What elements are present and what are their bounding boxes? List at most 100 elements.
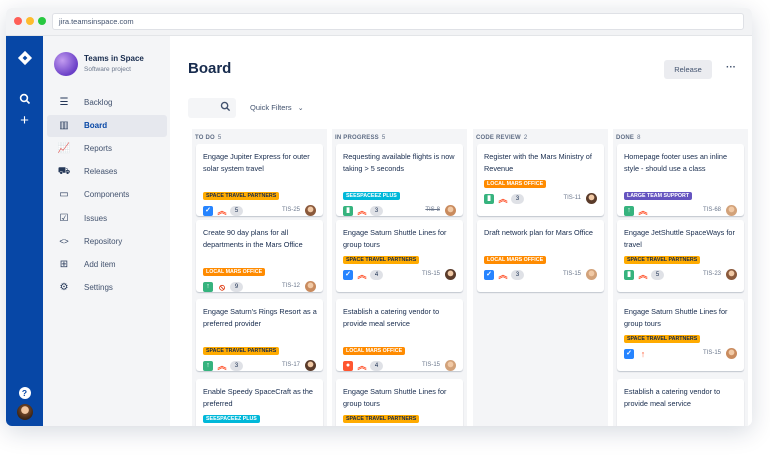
address-bar[interactable]: jira.teamsinspace.com xyxy=(52,13,744,30)
issue-key[interactable]: TIS-25 xyxy=(282,207,300,213)
quick-filters-dropdown[interactable]: Quick Filters ⌄ xyxy=(250,103,304,112)
reports-icon: 📈 xyxy=(57,143,71,154)
assignee-avatar[interactable] xyxy=(445,205,456,216)
issue-key[interactable]: TIS-11 xyxy=(563,195,581,201)
issue-summary: Engage Saturn's Rings Resort as a prefer… xyxy=(203,307,317,328)
column-header: IN PROGRESS 5 xyxy=(335,135,385,141)
issue-card[interactable]: Homepage footer uses an inline style - s… xyxy=(617,144,744,216)
highest-priority-icon: ︽ xyxy=(217,206,227,216)
components-icon: ▭ xyxy=(59,189,69,200)
assignee-avatar[interactable] xyxy=(586,193,597,204)
issue-card[interactable]: Engage Saturn Shuttle Lines for group to… xyxy=(617,299,744,371)
assignee-avatar[interactable] xyxy=(586,269,597,280)
issue-card[interactable]: Engage Saturn Shuttle Lines for group to… xyxy=(336,220,463,292)
search-icon[interactable] xyxy=(6,92,43,110)
assignee-avatar[interactable] xyxy=(305,360,316,371)
story-points-badge: 3 xyxy=(370,206,383,216)
issue-key[interactable]: TIS-15 xyxy=(422,362,440,368)
column-name: TO DO xyxy=(195,135,215,141)
issue-summary: Enable Speedy SpaceCraft as the preferre… xyxy=(203,387,313,408)
highest-priority-icon: ︽ xyxy=(357,270,367,280)
issue-key[interactable]: TIS-15 xyxy=(422,271,440,277)
sidebar-item-board[interactable]: ▥ Board xyxy=(47,115,167,137)
assignee-avatar[interactable] xyxy=(445,360,456,371)
epic-label: SPACE TRAVEL PARTNERS xyxy=(343,415,420,423)
assignee-avatar[interactable] xyxy=(726,348,737,359)
jira-logo-icon[interactable] xyxy=(6,50,43,71)
sidebar-item-settings[interactable]: ⚙ Settings xyxy=(43,277,170,299)
project-name[interactable]: Teams in Space xyxy=(84,54,144,63)
issue-card[interactable]: Draft network plan for Mars Office LOCAL … xyxy=(477,220,604,292)
issue-key[interactable]: TIS-23 xyxy=(703,271,721,277)
issue-summary: Engage Saturn Shuttle Lines for group to… xyxy=(624,307,728,328)
release-button[interactable]: Release xyxy=(664,60,712,79)
issue-card[interactable]: Requesting available flights is now taki… xyxy=(336,144,463,216)
story-points-badge: 3 xyxy=(511,194,524,204)
sidebar-item-label: Components xyxy=(84,190,130,199)
assignee-avatar[interactable] xyxy=(726,205,737,216)
assignee-avatar[interactable] xyxy=(445,269,456,280)
issue-card[interactable]: Enable Speedy SpaceCraft as the preferre… xyxy=(196,379,323,426)
epic-label: LOCAL MARS OFFICE xyxy=(203,268,266,276)
issue-card[interactable]: Engage Saturn's Rings Resort as a prefer… xyxy=(196,299,323,371)
epic-label: LOCAL MARS OFFICE xyxy=(343,347,406,355)
sidebar-item-add-item[interactable]: ⊞ Add item xyxy=(43,254,170,276)
issue-key[interactable]: TIS-12 xyxy=(282,283,300,289)
card-footer: ✓ ︽ 3 TIS-15 xyxy=(484,269,597,282)
epic-label: SPACE TRAVEL PARTNERS xyxy=(203,347,280,355)
issue-summary: Draft network plan for Mars Office xyxy=(484,228,593,237)
issue-key[interactable]: TIS-8 xyxy=(425,207,440,213)
issue-card[interactable]: Register with the Mars Ministry of Reven… xyxy=(477,144,604,216)
sidebar-item-issues[interactable]: ☑ Issues xyxy=(43,208,170,230)
user-avatar[interactable] xyxy=(6,404,43,425)
minimize-window-dot[interactable] xyxy=(26,17,34,25)
project-avatar-icon[interactable] xyxy=(54,52,78,76)
issue-card[interactable]: Establish a catering vendor to provide m… xyxy=(617,379,744,426)
sidebar-item-label: Issues xyxy=(84,214,108,223)
card-footer: ✓ ︽ 4 TIS-15 xyxy=(343,269,456,282)
repository-icon: <> xyxy=(59,237,69,246)
card-footer: ▮ ︽ 3 TIS-11 xyxy=(484,193,597,206)
issue-card[interactable]: Establish a catering vendor to provide m… xyxy=(336,299,463,371)
sidebar-item-backlog[interactable]: ☰ Backlog xyxy=(43,92,170,114)
story-points-badge: 3 xyxy=(511,270,524,280)
issue-summary: Establish a catering vendor to provide m… xyxy=(624,387,721,408)
issue-key[interactable]: TIS-68 xyxy=(703,207,721,213)
issue-key[interactable]: TIS-15 xyxy=(563,271,581,277)
assignee-avatar[interactable] xyxy=(305,281,316,292)
board-search-input[interactable] xyxy=(188,98,236,118)
highest-priority-icon: ︽ xyxy=(498,270,508,280)
issue-card[interactable]: Engage Jupiter Express for outer solar s… xyxy=(196,144,323,216)
column-count: 8 xyxy=(637,135,641,141)
highest-priority-icon: ︽ xyxy=(217,361,227,371)
more-button[interactable]: ··· xyxy=(722,60,740,79)
sidebar-item-label: Board xyxy=(84,121,108,130)
column-count: 2 xyxy=(523,135,528,141)
create-icon[interactable]: + xyxy=(6,113,43,128)
sidebar-item-repository[interactable]: <> Repository xyxy=(43,231,170,253)
close-window-dot[interactable] xyxy=(14,17,22,25)
assignee-avatar[interactable] xyxy=(726,269,737,280)
issue-key[interactable]: TIS-17 xyxy=(282,362,300,368)
story-points-badge: 5 xyxy=(230,206,243,216)
story-points-badge: 4 xyxy=(370,361,383,371)
maximize-window-dot[interactable] xyxy=(38,17,46,25)
issue-key[interactable]: TIS-15 xyxy=(703,350,721,356)
issue-card[interactable]: Create 90 day plans for all departments … xyxy=(196,220,323,292)
sidebar-item-releases[interactable]: ⛟ Releases xyxy=(43,161,170,183)
column-name: IN PROGRESS xyxy=(335,135,379,141)
issue-card[interactable]: Engage JetShuttle SpaceWays for travel SP… xyxy=(617,220,744,292)
task-type-icon: ✓ xyxy=(343,270,353,280)
blocker-priority-icon: ⦸ xyxy=(219,282,225,292)
board-main: Board Release ··· Quick Filters ⌄ TO DO 5… xyxy=(170,36,752,426)
issue-card[interactable]: Engage Saturn Shuttle Lines for group to… xyxy=(336,379,463,426)
sidebar-item-components[interactable]: ▭ Components xyxy=(43,184,170,206)
card-footer: ✓ ︽ 5 TIS-25 xyxy=(203,205,316,218)
help-icon[interactable]: ? xyxy=(6,383,43,401)
card-footer: ✓ ↑ TIS-15 xyxy=(624,348,737,361)
column-count: 5 xyxy=(381,135,386,141)
sidebar-item-reports[interactable]: 📈 Reports xyxy=(43,138,170,160)
improvement-type-icon: ↑ xyxy=(624,206,634,216)
assignee-avatar[interactable] xyxy=(305,205,316,216)
board-column-to-do: TO DO 5 Engage Jupiter Express for outer s… xyxy=(192,129,327,426)
